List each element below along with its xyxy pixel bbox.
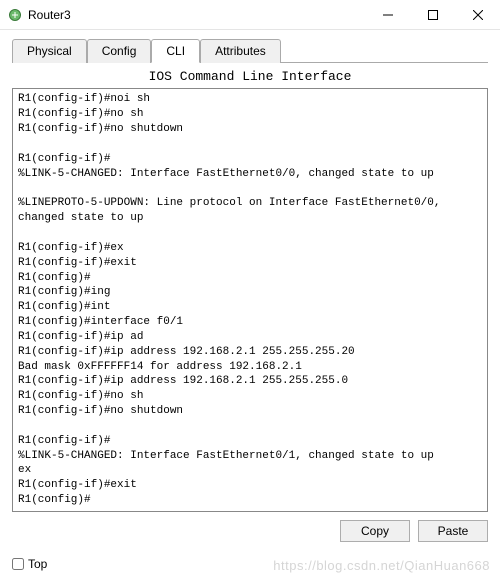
watermark: https://blog.csdn.net/QianHuan668: [273, 558, 490, 573]
paste-button[interactable]: Paste: [418, 520, 488, 542]
top-label: Top: [28, 557, 47, 571]
tab-bar: Physical Config CLI Attributes: [12, 38, 488, 63]
content-area: Physical Config CLI Attributes IOS Comma…: [0, 30, 500, 548]
terminal-frame: R1(config)#int R1(config)#interface f0/0…: [12, 88, 488, 512]
copy-button[interactable]: Copy: [340, 520, 410, 542]
tab-physical[interactable]: Physical: [12, 39, 87, 63]
tab-cli[interactable]: CLI: [151, 39, 200, 63]
cli-terminal[interactable]: R1(config)#int R1(config)#interface f0/0…: [14, 90, 486, 510]
titlebar: Router3: [0, 0, 500, 30]
minimize-button[interactable]: [365, 0, 410, 29]
router-icon: [8, 8, 22, 22]
window-title: Router3: [28, 8, 365, 22]
maximize-button[interactable]: [410, 0, 455, 29]
action-row: Copy Paste: [12, 520, 488, 542]
window-controls: [365, 0, 500, 29]
tab-attributes[interactable]: Attributes: [200, 39, 281, 63]
cli-heading: IOS Command Line Interface: [12, 63, 488, 88]
tab-config[interactable]: Config: [87, 39, 152, 63]
close-button[interactable]: [455, 0, 500, 29]
top-checkbox[interactable]: [12, 558, 24, 570]
footer-top-checkbox[interactable]: Top: [12, 557, 47, 571]
